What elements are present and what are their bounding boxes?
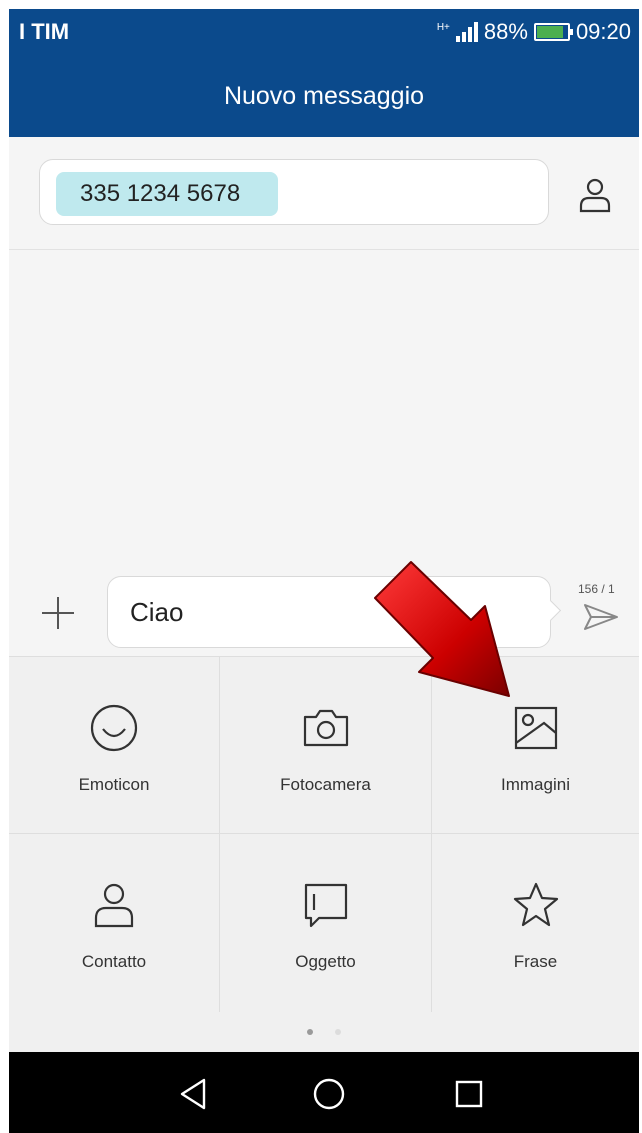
person-icon [579, 178, 611, 213]
recipient-area: 335 1234 5678 [9, 137, 639, 250]
emoticon-icon [90, 704, 138, 752]
back-icon [180, 1078, 206, 1110]
send-icon [584, 604, 618, 630]
home-button[interactable] [309, 1074, 349, 1114]
image-icon [514, 706, 557, 750]
page-indicator [9, 1012, 639, 1052]
recents-button[interactable] [449, 1074, 489, 1114]
character-counter: 156 / 1 [578, 582, 615, 596]
cell-label: Frase [513, 952, 558, 971]
cell-label: Fotocamera [280, 775, 371, 794]
recents-icon [455, 1080, 483, 1108]
page-dot [335, 1029, 341, 1035]
back-button[interactable] [174, 1074, 214, 1114]
add-contact-button[interactable] [575, 175, 615, 215]
cell-label: Immagini [501, 775, 570, 794]
cell-label: Contatto [81, 952, 147, 971]
navigation-bar [9, 1052, 639, 1133]
phone-screen: I TIM H+ 88% 09:20 Nuovo messaggio 335 1… [9, 9, 639, 1133]
recipient-input[interactable]: 335 1234 5678 [39, 159, 549, 225]
recipient-chip[interactable]: 335 1234 5678 [56, 172, 278, 216]
battery-icon [533, 23, 573, 41]
attach-emoticon[interactable]: Emoticon [9, 657, 220, 834]
attach-button[interactable] [39, 594, 77, 632]
cell-label: Emoticon [78, 775, 150, 794]
star-icon [513, 882, 558, 927]
attach-subject[interactable]: Oggetto [220, 834, 432, 1013]
attachment-grid: Emoticon Fotocamera Immagini Contatto Og… [9, 656, 639, 1013]
status-indicators: H+ 88% 09:20 [437, 19, 631, 45]
battery-fill [536, 26, 563, 38]
battery-percent: 88% [483, 19, 528, 44]
send-button[interactable] [583, 602, 619, 632]
composer-bar: Ciao 156 / 1 [9, 570, 639, 656]
page-title: Nuovo messaggio [223, 81, 425, 110]
app-header: Nuovo messaggio [9, 55, 639, 137]
attach-phrase[interactable]: Frase [432, 834, 639, 1013]
subject-icon [304, 883, 347, 928]
signal-icon [455, 22, 478, 42]
camera-icon [303, 709, 348, 747]
red-arrow-icon [374, 561, 510, 697]
home-icon [313, 1078, 345, 1110]
conversation-area [9, 250, 639, 570]
cell-label: Oggetto [295, 952, 356, 971]
page-dot-active [307, 1029, 313, 1035]
network-type: H+ [436, 21, 450, 33]
carrier-name: I TIM [19, 19, 70, 44]
contact-icon [94, 883, 134, 928]
clock: 09:20 [575, 19, 631, 44]
message-text: Ciao [130, 596, 184, 627]
plus-icon [42, 597, 74, 629]
attach-contact[interactable]: Contatto [9, 834, 220, 1013]
status-bar: I TIM H+ 88% 09:20 [9, 9, 639, 55]
